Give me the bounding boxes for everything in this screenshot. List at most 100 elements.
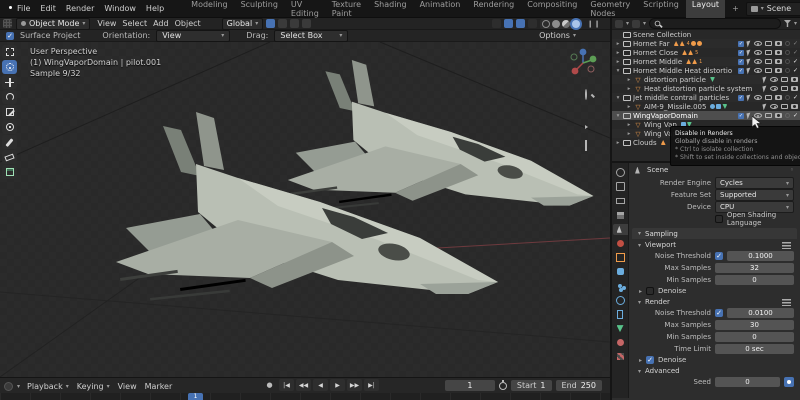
presets-icon[interactable] bbox=[782, 241, 791, 249]
pin-icon[interactable]: ◦ bbox=[790, 166, 794, 174]
camera-view-control[interactable] bbox=[585, 124, 596, 134]
disable-in-renders-toggle[interactable] bbox=[774, 68, 782, 73]
disable-in-renders-toggle[interactable] bbox=[774, 113, 782, 118]
current-frame-field[interactable]: 1 bbox=[444, 380, 495, 391]
expand-arrow[interactable]: ▾ bbox=[615, 68, 621, 74]
properties-tab-particles[interactable] bbox=[613, 281, 628, 292]
shading-rendered-button[interactable] bbox=[572, 19, 581, 28]
outliner-row-distortion-particle[interactable]: ▸ ▽ distortion particle bbox=[612, 75, 800, 84]
expand-arrow[interactable]: ▸ bbox=[626, 122, 632, 128]
exclude-checkbox[interactable]: ✓ bbox=[737, 58, 744, 65]
move-tool[interactable] bbox=[2, 75, 17, 89]
holdout-toggle[interactable] bbox=[784, 113, 790, 118]
outliner-row-hornet-middle[interactable]: ▸ Hornet Middle 1 ✓ ✓ bbox=[612, 57, 800, 66]
outliner-search-input[interactable] bbox=[649, 18, 781, 29]
properties-tab-modifiers[interactable] bbox=[613, 266, 628, 277]
render-engine-dropdown[interactable]: Cycles ▾ bbox=[715, 177, 794, 189]
toggle-orthographic-control[interactable] bbox=[585, 140, 596, 151]
presets-icon[interactable] bbox=[782, 298, 791, 306]
auto-keying-record-button[interactable]: ● bbox=[262, 379, 277, 391]
outliner-row-jet-middle-contrail-particles[interactable]: ▾ Jet middle contrail particles ✓ ✓ bbox=[612, 93, 800, 102]
render-denoise-row[interactable]: ▸ ✓ Denoise bbox=[629, 355, 800, 365]
scene-selector[interactable]: ▾ Scene bbox=[745, 1, 800, 16]
annotate-tool[interactable] bbox=[2, 135, 17, 149]
hide-in-viewport-toggle[interactable] bbox=[770, 104, 778, 109]
properties-tab-tool[interactable] bbox=[613, 167, 628, 178]
surface-project-checkbox[interactable]: ✓ bbox=[6, 31, 14, 40]
zoom-control[interactable] bbox=[585, 89, 596, 100]
timeline-ruler[interactable]: 1 bbox=[0, 393, 610, 400]
use-preview-range-icon[interactable] bbox=[498, 379, 507, 390]
holdout-toggle[interactable] bbox=[784, 50, 790, 55]
feature-set-dropdown[interactable]: Supported ▾ bbox=[715, 189, 794, 201]
viewport-menu-object[interactable]: Object bbox=[172, 19, 204, 28]
jump-to-start-button[interactable]: |◀ bbox=[279, 379, 294, 391]
selectable-toggle[interactable] bbox=[762, 103, 768, 110]
holdout-toggle[interactable] bbox=[784, 68, 790, 73]
selectable-toggle[interactable] bbox=[746, 58, 752, 65]
exclude-checkbox[interactable]: ✓ bbox=[737, 67, 744, 74]
expand-arrow[interactable]: ▸ bbox=[626, 104, 632, 110]
properties-tab-texture[interactable] bbox=[613, 351, 628, 362]
hide-in-viewport-toggle[interactable] bbox=[753, 50, 762, 55]
sampling-panel-header[interactable]: ▾ Sampling bbox=[632, 228, 797, 239]
properties-tab-object[interactable] bbox=[613, 252, 628, 263]
properties-tab-constraints[interactable] bbox=[613, 309, 628, 320]
pan-control[interactable] bbox=[585, 107, 596, 117]
noise-threshold-checkbox[interactable]: ✓ bbox=[715, 252, 723, 260]
viewport-denoise-row[interactable]: ▸✓Denoise bbox=[629, 286, 800, 296]
navigation-gizmo[interactable] bbox=[568, 48, 598, 78]
transform-orientation-dropdown[interactable]: Global ▾ bbox=[221, 17, 264, 30]
properties-tab-render[interactable] bbox=[613, 181, 628, 192]
viewport-render-pause-button[interactable]: ❙❙ bbox=[585, 20, 603, 28]
disable-in-renders-toggle[interactable] bbox=[774, 50, 782, 55]
denoise-checkbox[interactable]: ✓ bbox=[646, 287, 655, 295]
expand-arrow[interactable]: ▾ bbox=[615, 95, 621, 101]
expand-arrow[interactable]: ▸ bbox=[626, 77, 632, 83]
disable-in-renders-toggle[interactable] bbox=[791, 104, 798, 109]
timeline-editor-icon[interactable] bbox=[4, 381, 13, 391]
holdout-toggle[interactable] bbox=[784, 95, 790, 100]
noise-threshold-field[interactable]: 0.1000 bbox=[727, 251, 794, 261]
noise-threshold-checkbox[interactable]: ✓ bbox=[715, 309, 723, 317]
disable-in-viewports-toggle[interactable] bbox=[781, 104, 788, 109]
menu-help[interactable]: Help bbox=[141, 2, 169, 15]
measure-tool[interactable] bbox=[2, 150, 17, 164]
noise-threshold-field[interactable]: 0.0100 bbox=[727, 308, 794, 318]
hide-in-viewport-toggle[interactable] bbox=[770, 86, 778, 91]
frame-start-field[interactable]: Start 1 bbox=[510, 380, 552, 391]
workspace-tab-layout[interactable]: Layout bbox=[685, 0, 726, 20]
properties-tab-physics[interactable] bbox=[613, 295, 628, 306]
workspace-tab-compositing[interactable]: Compositing bbox=[521, 0, 583, 20]
shading-wireframe-button[interactable] bbox=[542, 19, 551, 28]
selectable-toggle[interactable] bbox=[746, 40, 752, 47]
properties-tab-world[interactable] bbox=[613, 238, 628, 249]
expand-arrow[interactable]: ▸ bbox=[626, 131, 632, 137]
disable-in-viewports-toggle[interactable] bbox=[781, 77, 788, 82]
viewport-menu-view[interactable]: View bbox=[94, 19, 119, 28]
drag-dropdown[interactable]: Select Box ▾ bbox=[274, 29, 349, 42]
outliner-row-wingvapordomain[interactable]: ▾ WingVaporDomain ✓ ✓ bbox=[612, 111, 800, 120]
expand-arrow[interactable]: ▸ bbox=[626, 86, 632, 92]
toggle-xray-icon[interactable] bbox=[528, 19, 538, 28]
outliner-row-heat-distortion-particle-system[interactable]: ▸ ▽ Heat distortion particle system bbox=[612, 84, 800, 93]
expand-arrow[interactable]: ▸ bbox=[615, 41, 621, 47]
selectable-toggle[interactable] bbox=[762, 76, 768, 83]
disable-in-renders-toggle[interactable] bbox=[774, 95, 782, 100]
disable-in-viewports-toggle[interactable] bbox=[781, 86, 788, 91]
menu-render[interactable]: Render bbox=[61, 2, 99, 15]
outliner-filter-icon[interactable] bbox=[615, 19, 623, 28]
holdout-toggle[interactable] bbox=[784, 41, 790, 46]
disable-in-renders-toggle[interactable] bbox=[791, 86, 798, 91]
rotate-tool[interactable] bbox=[2, 90, 17, 104]
editor-type-icon[interactable] bbox=[3, 19, 12, 28]
jump-to-end-button[interactable]: ▶| bbox=[364, 379, 379, 391]
workspace-tab-rendering[interactable]: Rendering bbox=[467, 0, 520, 20]
holdout-toggle[interactable] bbox=[784, 59, 790, 64]
outliner-row-scene-collection[interactable]: Scene Collection bbox=[612, 30, 800, 39]
disable-in-viewports-toggle[interactable] bbox=[764, 68, 772, 73]
viewport-subpanel-header[interactable]: ▾ Viewport bbox=[632, 240, 797, 250]
timeline-menu-view[interactable]: View bbox=[115, 382, 140, 391]
snap-target-icon[interactable] bbox=[278, 19, 288, 28]
proportional-editing-icon[interactable] bbox=[290, 19, 300, 28]
